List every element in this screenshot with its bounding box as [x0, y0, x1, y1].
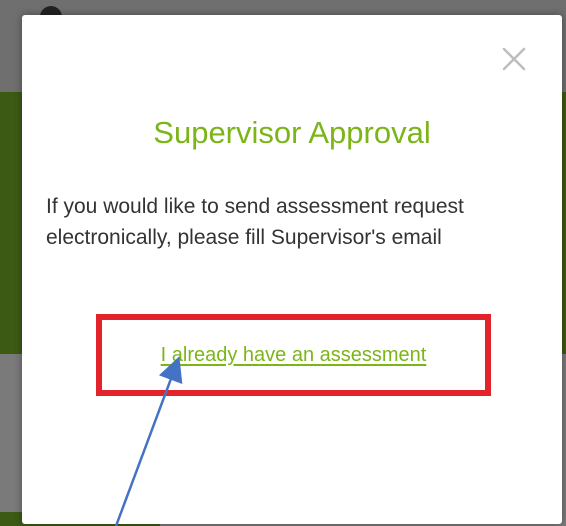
- supervisor-approval-modal: Supervisor Approval If you would like to…: [22, 15, 562, 524]
- close-icon: [502, 47, 526, 71]
- already-have-assessment-link[interactable]: I already have an assessment: [102, 320, 485, 390]
- modal-body-text: If you would like to send assessment req…: [46, 195, 464, 249]
- highlight-annotation-box: I already have an assessment: [96, 314, 491, 396]
- close-button[interactable]: [496, 41, 532, 77]
- modal-title: Supervisor Approval: [153, 115, 431, 150]
